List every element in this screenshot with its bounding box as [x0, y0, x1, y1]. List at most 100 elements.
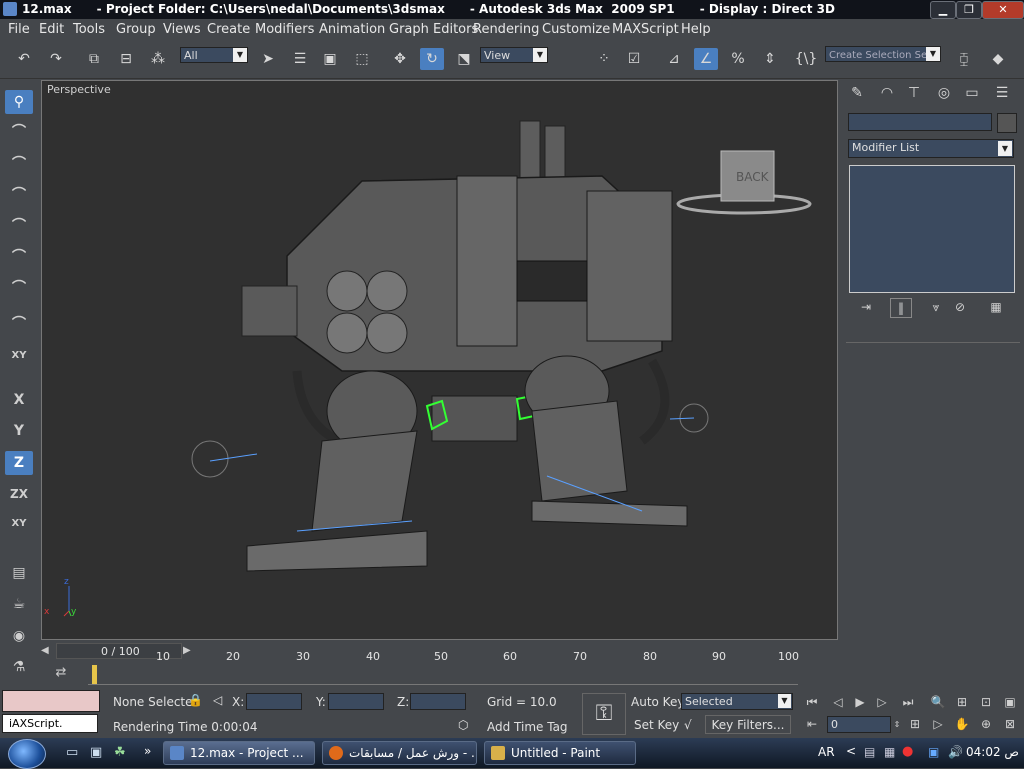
zoom-icon[interactable]: 🔍 [928, 693, 948, 711]
unlink-icon[interactable]: ⊟ [114, 48, 138, 70]
pin-stack-icon[interactable]: ⇥ [856, 298, 876, 316]
tray-volume-icon[interactable]: 🔊 [948, 745, 963, 759]
object-color-swatch[interactable] [997, 113, 1017, 133]
key-filters-button[interactable]: Key Filters... [705, 715, 791, 734]
selection-filter-dropdown[interactable]: All ▼ [180, 47, 248, 63]
move-icon[interactable]: ✥ [388, 48, 412, 70]
angle-snap-icon[interactable]: ∠ [694, 48, 718, 70]
menu-rendering[interactable]: Rendering [473, 22, 539, 37]
select-manipulate-icon[interactable]: ☑ [622, 48, 646, 70]
mirror-icon[interactable]: ⧮ [952, 48, 976, 70]
tray-monitor-icon[interactable]: ▣ [928, 745, 939, 759]
magnet-tool-icon[interactable]: ⌒ [5, 214, 33, 238]
pan-view-icon[interactable]: ✋ [952, 715, 972, 733]
language-indicator[interactable]: AR [818, 745, 835, 759]
undo-icon[interactable]: ↶ [12, 48, 36, 70]
magnet-tool-icon[interactable]: ⌒ [5, 276, 33, 300]
constrain-z-button[interactable]: Z [5, 451, 33, 475]
zoom-all-icon[interactable]: ⊞ [952, 693, 972, 711]
add-time-tag[interactable]: Add Time Tag [487, 720, 568, 734]
constrain-zx-button[interactable]: ZX [5, 482, 33, 506]
zoom-extents-all-icon[interactable]: ▣ [1000, 693, 1020, 711]
messenger-icon[interactable]: ☘ [114, 745, 126, 760]
perspective-viewport[interactable]: Perspective BACK z x y [41, 80, 838, 640]
clock[interactable]: 04:02 ص [966, 745, 1019, 759]
auto-key-button[interactable]: Auto Key [631, 695, 684, 709]
minimize-button[interactable]: ▁ [930, 1, 956, 19]
spinner-snap-icon[interactable]: ⇕ [758, 48, 782, 70]
taskbar-item-firefox[interactable]: ورش عمل / مسابقات - ... [322, 741, 477, 765]
frame-spinner[interactable]: ⇕ [892, 716, 902, 734]
x-coordinate-field[interactable] [246, 693, 302, 710]
magnet-tool-icon[interactable]: ⌒ [5, 245, 33, 269]
tray-network-icon[interactable]: ▦ [884, 745, 895, 759]
time-next-icon[interactable]: ▶ [183, 643, 197, 659]
remove-modifier-icon[interactable]: ⊘ [950, 298, 970, 316]
default-in-out-tangent-icon[interactable]: √ [684, 718, 692, 732]
current-frame-field[interactable]: 0 [827, 716, 891, 733]
constrain-xy-icon[interactable]: XY [5, 344, 33, 368]
configure-modifier-sets-icon[interactable]: ▦ [986, 298, 1006, 316]
menu-graph-editors[interactable]: Graph Editors [389, 22, 478, 37]
menu-create[interactable]: Create [207, 22, 250, 37]
maximize-button[interactable]: ❐ [956, 1, 982, 19]
next-frame-icon[interactable]: ▷ [872, 693, 892, 711]
modify-tab-icon[interactable]: ◠ [875, 82, 899, 104]
set-key-button[interactable]: Set Key [634, 718, 679, 732]
key-mode-toggle-icon[interactable]: ⇤ [802, 715, 822, 733]
menu-edit[interactable]: Edit [39, 22, 64, 37]
absolute-mode-icon[interactable]: ◁ [213, 693, 222, 707]
app-icon[interactable] [3, 2, 17, 16]
window-crossing-icon[interactable]: ⬚ [350, 48, 374, 70]
quick-launch-chevron-icon[interactable]: » [144, 744, 151, 758]
zoom-extents-icon[interactable]: ⊡ [976, 693, 996, 711]
track-bar[interactable]: 10 20 30 40 50 60 70 80 90 100 [88, 650, 810, 688]
time-configuration-icon[interactable]: ⊞ [905, 715, 925, 733]
current-frame-marker[interactable] [92, 665, 97, 685]
start-button[interactable] [8, 739, 46, 769]
field-of-view-icon[interactable]: ▷ [928, 715, 948, 733]
select-and-link-icon[interactable]: ⧉ [82, 48, 106, 70]
rectangular-selection-icon[interactable]: ▣ [318, 48, 342, 70]
play-icon[interactable]: ▶ [850, 693, 870, 711]
display-tab-icon[interactable]: ▭ [960, 82, 984, 104]
select-by-name-icon[interactable]: ☰ [288, 48, 312, 70]
y-coordinate-field[interactable] [328, 693, 384, 710]
mini-curve-editor-icon[interactable]: ⇄ [50, 665, 72, 685]
maximize-viewport-icon[interactable]: ⊠ [1000, 715, 1020, 733]
scale-icon[interactable]: ⬔ [452, 48, 476, 70]
constrain-xy-button[interactable]: XY [5, 512, 33, 536]
material-sphere-icon[interactable]: ◉ [5, 624, 33, 648]
hierarchy-tab-icon[interactable]: ⊤ [902, 82, 926, 104]
modifier-stack-list[interactable] [849, 165, 1015, 293]
tray-keyboard-icon[interactable]: ▤ [864, 745, 875, 759]
bind-space-warp-icon[interactable]: ⁂ [146, 48, 170, 70]
teapot-icon[interactable]: ☕ [5, 592, 33, 616]
taskbar-item-paint[interactable]: Untitled - Paint [484, 741, 636, 765]
key-mode-dropdown[interactable]: Selected ▼ [681, 693, 793, 710]
constrain-y-button[interactable]: Y [5, 419, 33, 443]
create-tab-icon[interactable]: ✎ [845, 82, 869, 104]
orbit-icon[interactable]: ⊕ [976, 715, 996, 733]
named-selection-set-dropdown[interactable]: Create Selection Set ▼ [825, 46, 941, 62]
object-name-field[interactable] [848, 113, 992, 131]
magnet-tool-icon[interactable]: ⌒ [5, 312, 33, 336]
menu-maxscript[interactable]: MAXScript [612, 22, 679, 37]
menu-views[interactable]: Views [163, 22, 201, 37]
add-time-tag-icon[interactable]: ⬡ [458, 718, 468, 732]
constrain-x-button[interactable]: X [5, 388, 33, 412]
make-unique-icon[interactable]: ⩔ [926, 298, 946, 316]
utilities-tab-icon[interactable]: ☰ [990, 82, 1014, 104]
go-to-start-icon[interactable]: ⏮ [802, 693, 822, 711]
ie-icon[interactable]: ▣ [90, 745, 102, 760]
close-button[interactable]: ✕ [982, 1, 1024, 19]
rotate-icon[interactable]: ↻ [420, 48, 444, 70]
redo-icon[interactable]: ↷ [44, 48, 68, 70]
menu-tools[interactable]: Tools [73, 22, 105, 37]
layers-icon[interactable]: ▤ [5, 561, 33, 585]
menu-help[interactable]: Help [681, 22, 711, 37]
menu-modifiers[interactable]: Modifiers [255, 22, 314, 37]
previous-frame-icon[interactable]: ◁ [828, 693, 848, 711]
pivot-center-icon[interactable]: ⁘ [592, 48, 616, 70]
set-key-icon[interactable]: ⚿ [582, 693, 626, 735]
